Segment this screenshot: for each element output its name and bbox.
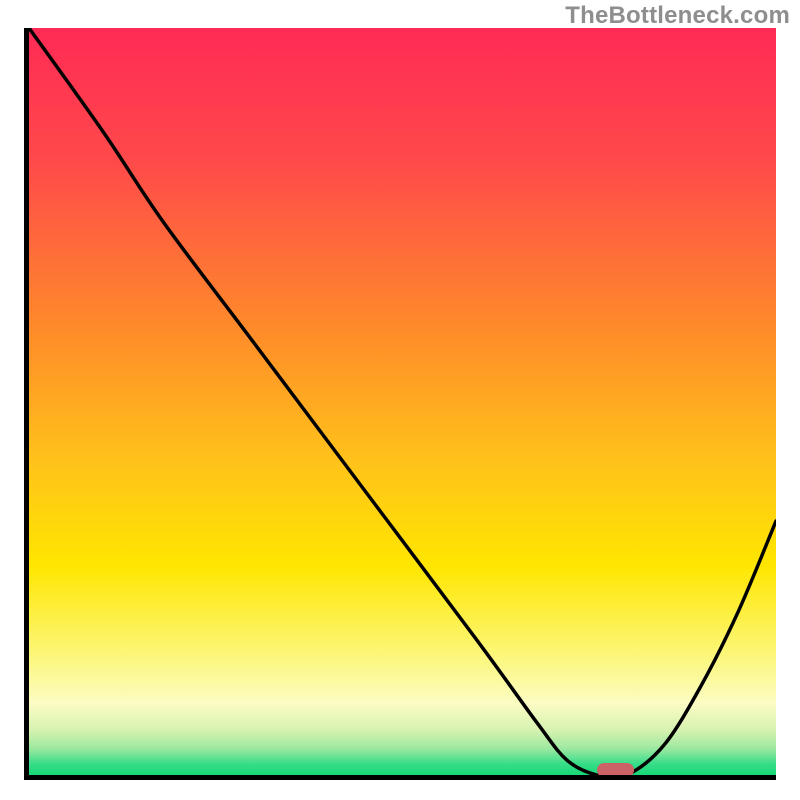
chart-frame: TheBottleneck.com — [0, 0, 800, 800]
minimum-marker — [597, 763, 635, 777]
plot-area — [24, 28, 776, 780]
watermark-text: TheBottleneck.com — [565, 2, 790, 30]
gradient-background — [29, 28, 776, 775]
plot-svg — [29, 28, 776, 775]
